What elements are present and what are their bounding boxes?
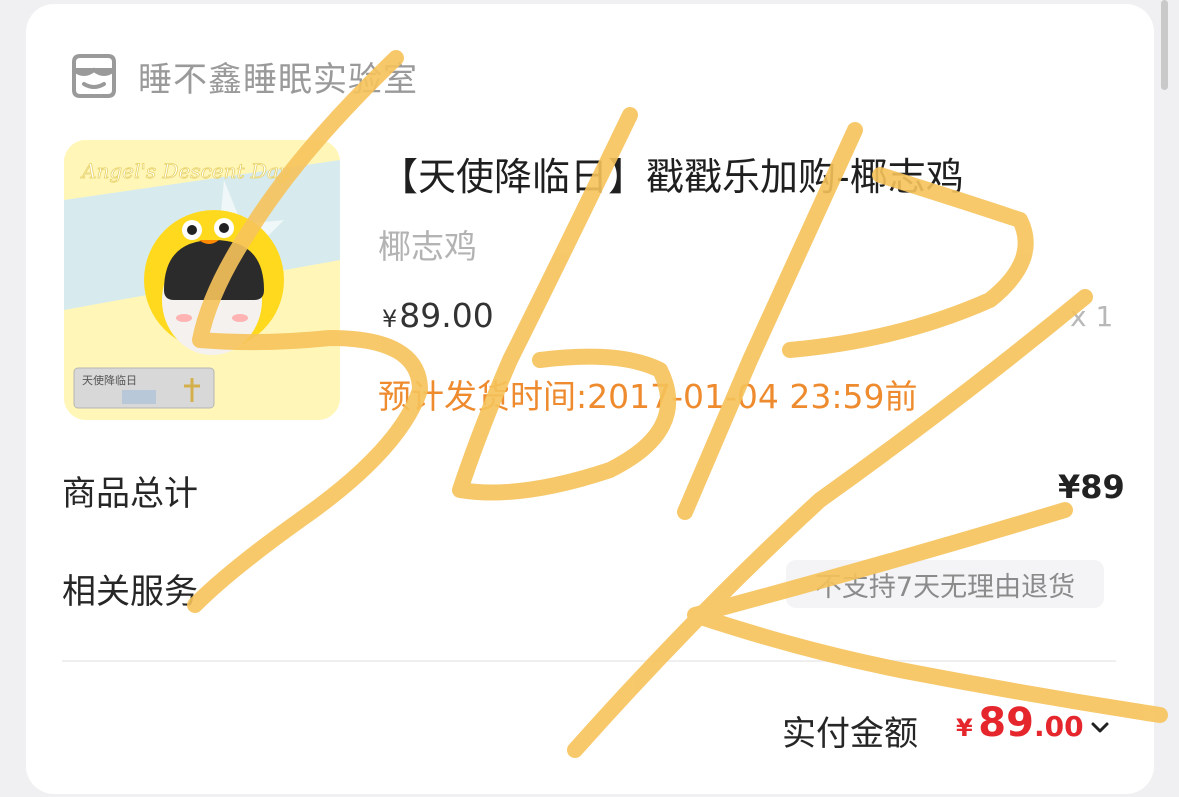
product-image[interactable]: Angel's Descent Day 天使降临日 — [64, 140, 340, 420]
payment-decimal: .00 — [1033, 710, 1084, 743]
store-header[interactable]: 睡不鑫睡眠实验室 — [66, 46, 418, 106]
product-illustration: Angel's Descent Day 天使降临日 — [64, 140, 340, 420]
service-tag[interactable]: 不支持7天无理由退货 — [786, 560, 1104, 608]
product-price: ¥89.00 — [382, 296, 494, 335]
chevron-down-icon[interactable] — [1088, 716, 1112, 740]
store-name: 睡不鑫睡眠实验室 — [138, 59, 418, 100]
image-tag: 天使降临日 — [82, 373, 137, 387]
price-symbol: ¥ — [382, 305, 398, 333]
scrollbar[interactable] — [1161, 0, 1168, 90]
service-label: 相关服务 — [62, 572, 198, 612]
product-title[interactable]: 【天使降临日】戳戳乐加购-椰志鸡 — [380, 146, 964, 201]
payment-amount: ¥ 89.00 — [956, 700, 1084, 746]
order-card: 睡不鑫睡眠实验室 Angel's Descent Day 天使降临日 【天使降临… — [26, 4, 1154, 794]
price-amount: 89.00 — [399, 296, 494, 335]
divider — [62, 660, 1116, 662]
product-variant: 椰志鸡 — [378, 227, 477, 266]
total-value: ¥89 — [1058, 468, 1125, 506]
total-label: 商品总计 — [62, 474, 198, 514]
shipping-estimate: 预计发货时间:2017-01-04 23:59前 — [378, 377, 918, 416]
store-icon — [72, 54, 116, 98]
image-caption: Angel's Descent Day — [80, 159, 291, 183]
payment-symbol: ¥ — [956, 714, 973, 742]
product-quantity: x 1 — [1070, 300, 1114, 333]
payment-integer: 89 — [978, 700, 1034, 746]
payment-label: 实付金额 — [782, 714, 918, 754]
